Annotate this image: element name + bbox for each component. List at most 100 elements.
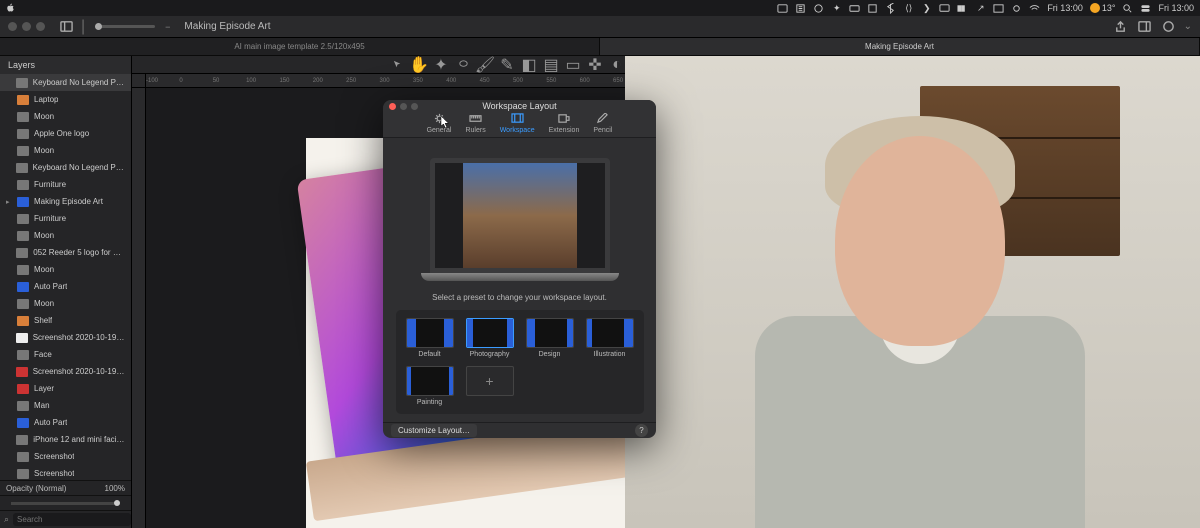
layer-opacity-row[interactable]: Opacity (Normal) 100%: [0, 480, 131, 495]
window-traffic-lights[interactable]: [8, 22, 45, 31]
layer-row[interactable]: ▸Making Episode Art: [0, 193, 131, 210]
layer-label: Moon: [34, 299, 54, 308]
zoom-out-icon[interactable]: −: [165, 22, 170, 32]
maximize-icon[interactable]: [411, 103, 418, 110]
preset-add[interactable]: +: [464, 366, 516, 406]
help-icon[interactable]: [1160, 19, 1178, 35]
ruler-vertical[interactable]: [132, 88, 146, 528]
hand-tool-icon[interactable]: ✋: [413, 59, 425, 71]
layer-thumb: [17, 350, 29, 360]
layer-row[interactable]: 052 Reeder 5 logo for artwork: [0, 244, 131, 261]
status-icon[interactable]: [849, 3, 860, 14]
status-icon[interactable]: [1011, 3, 1022, 14]
layer-row[interactable]: Moon: [0, 227, 131, 244]
layer-row[interactable]: Moon: [0, 108, 131, 125]
brush-tool-icon[interactable]: 🖌: [479, 59, 491, 71]
status-icon[interactable]: ✦: [831, 3, 842, 14]
preset-illustration[interactable]: Illustration: [584, 318, 636, 358]
layer-row[interactable]: Furniture: [0, 210, 131, 227]
bluetooth-icon[interactable]: [885, 3, 896, 14]
menubar-clock[interactable]: Fri 13:00: [1047, 3, 1083, 13]
tool-icon[interactable]: ◐: [611, 59, 623, 71]
status-icon[interactable]: [777, 3, 788, 14]
menubar-time[interactable]: Fri 13:00: [1158, 3, 1194, 13]
status-icon[interactable]: [993, 3, 1004, 14]
panel-toggle-icon[interactable]: [1136, 19, 1154, 35]
document-tab[interactable]: AI main image template 2.5/120x495: [0, 38, 600, 55]
minimize-icon[interactable]: [400, 103, 407, 110]
shape-tool-icon[interactable]: ▭: [567, 59, 579, 71]
sparkle-tool-icon[interactable]: ✦: [435, 59, 447, 71]
dialog-titlebar[interactable]: Workspace Layout: [383, 100, 656, 113]
layer-row[interactable]: iPhone 12 and mini facing left: [0, 431, 131, 448]
control-center-icon[interactable]: [1140, 3, 1151, 14]
expand-icon[interactable]: ▸: [6, 198, 12, 206]
display-icon[interactable]: [939, 3, 950, 14]
layer-row[interactable]: Moon: [0, 142, 131, 159]
pen-tool-icon[interactable]: ✎: [501, 59, 513, 71]
layer-thumb: [17, 384, 29, 394]
weather-widget[interactable]: 13°: [1090, 3, 1116, 13]
dialog-tab-rulers[interactable]: Rulers: [465, 113, 485, 134]
layer-row[interactable]: Moon: [0, 261, 131, 278]
chevron-down-icon[interactable]: ⌄: [1184, 21, 1192, 32]
dialog-body: Select a preset to change your workspace…: [383, 138, 656, 422]
layer-row[interactable]: Man: [0, 397, 131, 414]
preset-painting[interactable]: Painting: [404, 366, 456, 406]
opacity-slider-row[interactable]: [0, 495, 131, 510]
chevron-right-icon[interactable]: ❯: [921, 3, 932, 14]
status-icon[interactable]: ↗: [975, 3, 986, 14]
layer-row[interactable]: Face: [0, 346, 131, 363]
layer-row[interactable]: Shelf: [0, 312, 131, 329]
gradient-tool-icon[interactable]: ▤: [545, 59, 557, 71]
layer-row[interactable]: Screenshot 2020-10-19 at 13.0…: [0, 329, 131, 346]
customize-layout-button[interactable]: Customize Layout…: [391, 424, 477, 437]
apple-logo-icon[interactable]: [6, 3, 16, 13]
layer-row[interactable]: Screenshot: [0, 448, 131, 465]
status-icon[interactable]: [795, 3, 806, 14]
opacity-value: 100%: [105, 484, 125, 493]
layer-row[interactable]: Screenshot: [0, 465, 131, 480]
dialog-hint: Select a preset to change your workspace…: [432, 293, 607, 302]
tool-icon[interactable]: ✜: [589, 59, 601, 71]
preset-label: Illustration: [594, 351, 626, 358]
status-icon[interactable]: [813, 3, 824, 14]
dialog-tab-extension[interactable]: Extension: [549, 113, 580, 134]
ruler-tick: 350: [413, 78, 446, 84]
layer-row[interactable]: Moon: [0, 295, 131, 312]
preset-design[interactable]: Design: [524, 318, 576, 358]
layer-row[interactable]: Auto Part: [0, 278, 131, 295]
layers-search-input[interactable]: [13, 513, 131, 526]
preset-label: Photography: [470, 351, 510, 358]
layer-row[interactable]: Laptop: [0, 91, 131, 108]
lasso-tool-icon[interactable]: [457, 59, 469, 71]
status-icon[interactable]: [957, 3, 968, 14]
layer-row[interactable]: Apple One logo: [0, 125, 131, 142]
fill-tool-icon[interactable]: ◧: [523, 59, 535, 71]
layer-row[interactable]: Auto Part: [0, 414, 131, 431]
help-button[interactable]: ?: [635, 424, 648, 437]
share-icon[interactable]: [1112, 19, 1130, 35]
wifi-icon[interactable]: [1029, 3, 1040, 14]
preset-default[interactable]: Default: [404, 318, 456, 358]
status-icon[interactable]: [867, 3, 878, 14]
layer-row[interactable]: Keyboard No Legend Paint Cop…: [0, 159, 131, 176]
layer-row[interactable]: Layer: [0, 380, 131, 397]
layer-row[interactable]: Screenshot 2020-10-19 at 13.0…: [0, 363, 131, 380]
dialog-tab-pencil[interactable]: Pencil: [593, 113, 612, 134]
dialog-tab-workspace[interactable]: Workspace: [500, 113, 535, 134]
layers-list[interactable]: Keyboard No Legend Paint CopyLaptopMoonA…: [0, 74, 131, 480]
dialog-traffic-lights[interactable]: [389, 103, 418, 110]
document-tab[interactable]: Making Episode Art: [600, 38, 1200, 55]
spotlight-icon[interactable]: [1122, 3, 1133, 14]
status-icon[interactable]: ⟨⟩: [903, 3, 914, 14]
preset-preview: [586, 318, 634, 348]
pointer-tool-icon[interactable]: [391, 59, 403, 71]
layer-row[interactable]: Keyboard No Legend Paint Copy: [0, 74, 131, 91]
layer-row[interactable]: Furniture: [0, 176, 131, 193]
close-icon[interactable]: [389, 103, 396, 110]
preset-photography[interactable]: Photography: [464, 318, 516, 358]
zoom-slider[interactable]: [95, 25, 155, 28]
sidebar-toggle-icon[interactable]: [57, 19, 75, 35]
ruler-tick: 450: [480, 78, 513, 84]
